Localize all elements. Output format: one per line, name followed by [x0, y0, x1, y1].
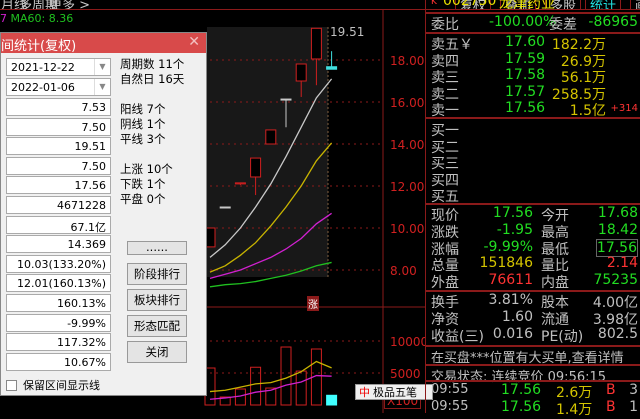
- stat-info: 平线 3个: [120, 132, 166, 146]
- candle: [265, 129, 277, 145]
- interval-stats-dialog: 间统计(复权) ✕ 2021-12-22 ▼ 2022-01-06 ▼ 7.53 7.5…: [0, 32, 207, 396]
- high-label: 19.51: [330, 25, 364, 39]
- y-tick-label: 10.00: [390, 222, 424, 236]
- volume-bar: [326, 394, 338, 406]
- stat-field[interactable]: 19.51: [6, 137, 111, 156]
- start-date: 2021-12-22: [11, 61, 75, 74]
- ime-toolbar[interactable]: 中极品五笔: [355, 384, 433, 400]
- stat-field[interactable]: 14.369: [6, 235, 111, 254]
- stat-field[interactable]: 7.50: [6, 156, 111, 175]
- dialog-titlebar[interactable]: 间统计(复权) ✕: [1, 33, 206, 54]
- chevron-down-icon[interactable]: ▼: [94, 59, 110, 75]
- end-date: 2022-01-06: [11, 81, 75, 94]
- weibi-label: 委比: [431, 17, 459, 33]
- y-tick-label: 8.00: [390, 264, 417, 278]
- stat-field[interactable]: 160.13%: [6, 294, 111, 312]
- close-button[interactable]: 关闭: [127, 341, 187, 363]
- start-date-select[interactable]: 2021-12-22 ▼: [6, 58, 111, 76]
- stat-info: 平盘 0个: [120, 192, 166, 206]
- stat-field[interactable]: 117.32%: [6, 333, 111, 352]
- stat-field[interactable]: 17.56: [6, 176, 111, 195]
- quote-panel: K 002750 龙津药业 委比 -100.00% 委差 -86965 卖五￥ 17.60 1…: [425, 0, 640, 418]
- quote-stat-row: 收益(三) 0.016 PE(动) 802.5: [431, 326, 638, 345]
- stat-field[interactable]: 67.1亿: [6, 215, 111, 234]
- stat-info: 周期数 11个: [120, 57, 185, 71]
- stat-field[interactable]: -9.99%: [6, 313, 111, 332]
- y-tick-label: 18.00: [390, 54, 424, 68]
- ime-label: 极品五笔: [373, 386, 417, 399]
- stat-field[interactable]: 7.50: [6, 117, 111, 136]
- candle: [219, 206, 231, 209]
- close-icon[interactable]: ✕: [188, 34, 200, 50]
- tick-row: 09:55 17.56 1.4万 B 1: [431, 398, 638, 418]
- checkbox-box[interactable]: [6, 379, 17, 391]
- vol-ma-line: [209, 374, 332, 400]
- weicha-value: -86965: [588, 14, 638, 30]
- checkbox-label: 保留区间显示线: [23, 379, 100, 392]
- vol-tick-label: 10000: [390, 335, 425, 349]
- limit-up-tag: 涨: [307, 296, 319, 311]
- selected-range-shade: [207, 27, 328, 277]
- y-tick-label: 16.00: [390, 96, 424, 110]
- weicha-label: 委差: [549, 17, 577, 33]
- stat-field[interactable]: 12.01(160.13%): [6, 274, 111, 293]
- stock-code: 002750: [443, 0, 497, 9]
- stat-field[interactable]: 10.67%: [6, 352, 111, 371]
- end-date-select[interactable]: 2022-01-06 ▼: [6, 78, 111, 96]
- stat-info: 下跌 1个: [120, 177, 166, 191]
- quote-stat-row: 外盘 76611 内盘 75235: [431, 272, 638, 292]
- y-tick-label: 14.00: [390, 138, 424, 152]
- stat-info: 阴线 1个: [120, 117, 166, 131]
- vol-tick-label: 5000: [390, 367, 421, 381]
- stat-field[interactable]: 4671228: [6, 196, 111, 214]
- y-tick-label: 12.00: [390, 180, 424, 194]
- stat-info: 自然日 16天: [120, 72, 185, 86]
- chevron-down-icon[interactable]: ▼: [94, 79, 110, 95]
- stat-info: 阳线 7个: [120, 102, 166, 116]
- keep-lines-checkbox[interactable]: 保留区间显示线: [6, 377, 100, 393]
- stage-rank-button[interactable]: 阶段排行: [127, 263, 187, 285]
- more-button[interactable]: ......: [127, 241, 187, 255]
- stat-field[interactable]: 10.03(133.20%): [6, 254, 111, 273]
- dialog-title: 间统计(复权): [1, 39, 77, 54]
- sector-rank-button[interactable]: 板块排行: [127, 289, 187, 311]
- pattern-match-button[interactable]: 形态匹配: [127, 315, 187, 337]
- stat-field[interactable]: 7.53: [6, 98, 111, 116]
- stat-info: 上涨 10个: [120, 162, 173, 176]
- weibi-value: -100.00%: [489, 14, 557, 30]
- ime-icon[interactable]: 中: [359, 384, 370, 400]
- volume-bar: [295, 370, 307, 406]
